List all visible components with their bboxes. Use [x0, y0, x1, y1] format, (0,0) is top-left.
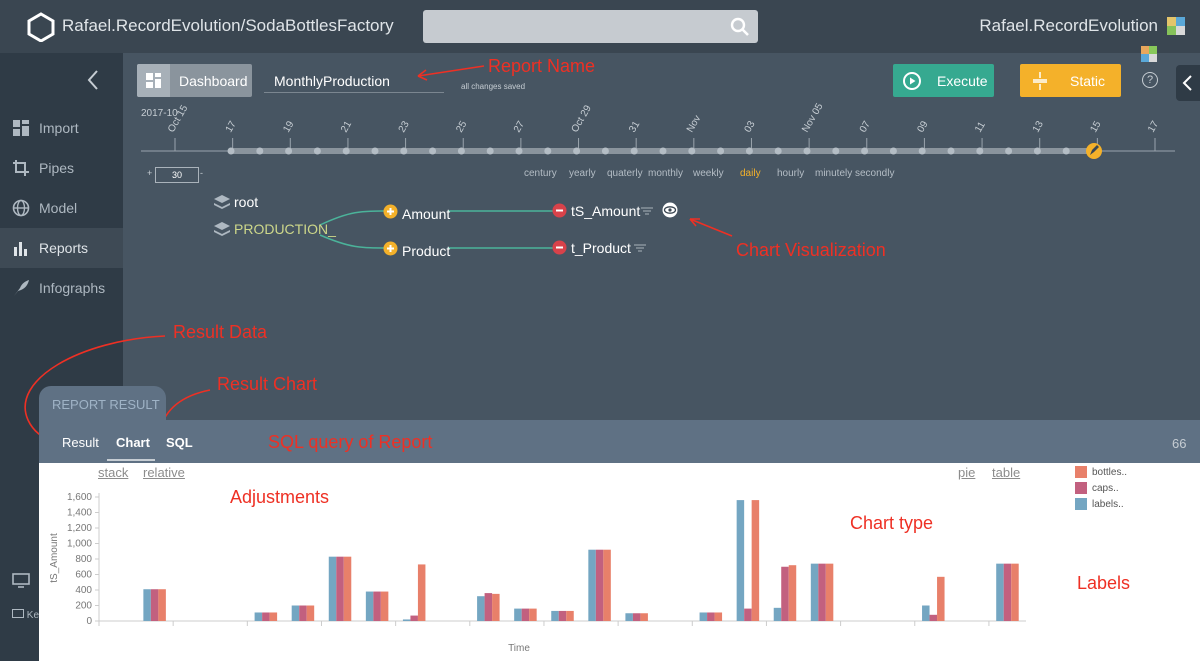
bar-labels[interactable] [773, 607, 782, 621]
annotation-report-name: Report Name [488, 56, 596, 76]
bar-bottles[interactable] [417, 564, 426, 621]
y-tick-label: 200 [75, 601, 92, 612]
bar-labels[interactable] [514, 608, 522, 621]
y-tick-label: 600 [75, 570, 92, 581]
menu-icon[interactable] [641, 206, 653, 216]
bar-caps[interactable] [336, 556, 344, 621]
bar-caps[interactable] [929, 614, 938, 621]
bar-bottles[interactable] [788, 565, 797, 621]
bar-bottles[interactable] [825, 563, 834, 621]
bar-caps[interactable] [150, 589, 159, 621]
bar-labels[interactable] [588, 549, 596, 621]
bar-bottles[interactable] [343, 556, 352, 621]
tree-output-product[interactable]: t_Product [571, 240, 631, 256]
tree-root[interactable]: root [234, 194, 258, 210]
y-tick-label: 1,000 [67, 539, 92, 550]
bar-caps[interactable] [707, 612, 715, 621]
bar-labels[interactable] [291, 605, 300, 622]
legend-bottles: bottles.. [1092, 467, 1128, 478]
remove-icon[interactable] [552, 240, 567, 255]
bar-bottles[interactable] [603, 549, 611, 621]
layers-icon [214, 222, 230, 236]
tab-sql[interactable]: SQL [166, 435, 193, 450]
bar-caps[interactable] [373, 591, 381, 621]
tab-result[interactable]: Result [62, 435, 99, 450]
layers-icon [214, 195, 230, 209]
add-icon[interactable] [383, 204, 398, 219]
eye-icon[interactable] [661, 202, 679, 218]
bar-labels[interactable] [810, 563, 819, 621]
bar-bottles[interactable] [306, 605, 315, 622]
bar-caps[interactable] [1003, 563, 1012, 621]
bar-bottles[interactable] [640, 613, 648, 621]
y-axis-label: tS_Amount [49, 533, 60, 583]
annotation-labels: Labels [1077, 573, 1131, 593]
bar-labels[interactable] [143, 589, 151, 621]
legend-caps: caps.. [1092, 483, 1119, 494]
tree-column-amount[interactable]: Amount [402, 206, 450, 222]
bar-labels[interactable] [625, 613, 633, 621]
bar-bottles[interactable] [714, 612, 723, 621]
bar-caps[interactable] [781, 566, 789, 621]
result-tab-bar [39, 420, 1200, 463]
add-icon[interactable] [383, 241, 398, 256]
y-tick-label: 800 [75, 554, 92, 565]
remove-icon[interactable] [552, 203, 567, 218]
bar-caps[interactable] [744, 608, 752, 621]
bar-bottles[interactable] [269, 612, 278, 621]
tab-chart[interactable]: Chart [116, 435, 150, 450]
bar-bottles[interactable] [566, 610, 574, 621]
bar-bottles[interactable] [380, 591, 389, 621]
bar-caps[interactable] [595, 549, 604, 621]
bar-bottles[interactable] [492, 593, 500, 621]
bar-caps[interactable] [410, 615, 418, 621]
bar-labels[interactable] [328, 556, 337, 621]
bar-caps[interactable] [299, 605, 307, 622]
bar-caps[interactable] [558, 610, 567, 621]
annotation-result-data: Result Data [173, 322, 268, 342]
result-bar-chart: 1,600 1,400 1,200 1,000 800 600 400 200 0 tS_Amou… [49, 492, 1026, 654]
legend-labels: labels.. [1092, 499, 1124, 510]
x-axis-label: Time [508, 643, 530, 654]
bar-bottles[interactable] [751, 500, 760, 621]
bar-caps[interactable] [484, 593, 493, 621]
bar-caps[interactable] [262, 612, 270, 621]
bar-labels[interactable] [699, 612, 708, 621]
annotation-result-chart: Result Chart [217, 374, 318, 394]
tree-table[interactable]: PRODUCTION_ [234, 221, 336, 237]
bar-labels[interactable] [254, 612, 263, 621]
bar-caps[interactable] [521, 608, 530, 621]
bar-labels[interactable] [996, 563, 1004, 621]
bar-labels[interactable] [477, 596, 485, 621]
y-tick-label: 1,400 [67, 508, 92, 519]
bar-labels[interactable] [736, 500, 745, 621]
bar-labels[interactable] [922, 605, 930, 622]
y-tick-label: 0 [86, 616, 92, 627]
active-tab-underline [107, 459, 155, 461]
bar-labels[interactable] [402, 619, 411, 621]
bar-bottles[interactable] [937, 576, 945, 621]
legend-swatch-caps [1075, 482, 1087, 494]
bar-bottles[interactable] [529, 608, 537, 621]
annotation-sql-query: SQL query of Report [268, 432, 433, 452]
result-count: 66 [1172, 436, 1187, 451]
y-tick-label: 1,600 [67, 492, 92, 503]
bar-labels[interactable] [551, 610, 559, 621]
menu-icon[interactable] [634, 243, 646, 253]
bar-caps[interactable] [818, 563, 826, 621]
bar-caps[interactable] [632, 613, 641, 621]
legend-swatch-labels [1075, 498, 1087, 510]
annotation-chart-visualization: Chart Visualization [736, 240, 886, 260]
y-tick-label: 400 [75, 585, 92, 596]
legend-swatch-bottles [1075, 466, 1087, 478]
bar-labels[interactable] [365, 591, 374, 621]
bar-bottles[interactable] [1011, 563, 1019, 621]
tree-column-product[interactable]: Product [402, 243, 450, 259]
y-tick-label: 1,200 [67, 523, 92, 534]
report-result-title: REPORT RESULT [52, 397, 160, 412]
bar-bottles[interactable] [158, 589, 166, 621]
tree-output-amount[interactable]: tS_Amount [571, 203, 640, 219]
